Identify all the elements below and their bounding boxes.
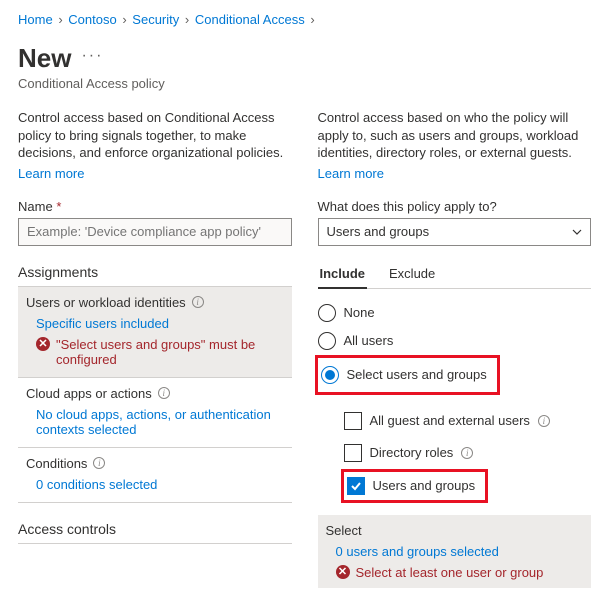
select-footer-title: Select xyxy=(326,523,592,538)
required-asterisk: * xyxy=(56,199,61,214)
learn-more-link-right[interactable]: Learn more xyxy=(318,166,384,181)
cloud-apps-link[interactable]: No cloud apps, actions, or authenticatio… xyxy=(26,407,284,437)
chevron-right-icon: › xyxy=(58,12,62,27)
radio-select-users-groups[interactable]: Select users and groups xyxy=(321,361,487,389)
checkbox-icon xyxy=(344,444,362,462)
apply-to-label: What does this policy apply to? xyxy=(318,199,592,214)
learn-more-link[interactable]: Learn more xyxy=(18,166,84,181)
chevron-right-icon: › xyxy=(310,12,314,27)
select-footer: Select 0 users and groups selected ✕ Sel… xyxy=(318,515,592,588)
include-exclude-tabs: Include Exclude xyxy=(318,260,592,289)
more-actions-button[interactable]: ··· xyxy=(81,47,103,65)
tab-include[interactable]: Include xyxy=(318,260,368,289)
error-icon: ✕ xyxy=(36,337,50,351)
info-icon[interactable]: i xyxy=(158,387,170,399)
page-title: New xyxy=(18,43,71,74)
access-controls-header: Access controls xyxy=(18,503,292,544)
name-input[interactable] xyxy=(18,218,292,246)
cloud-apps-title: Cloud apps or actions xyxy=(26,386,152,401)
include-radio-group: None All users Select users and groups xyxy=(318,299,592,395)
conditions-link[interactable]: 0 conditions selected xyxy=(26,477,284,492)
apply-to-value: Users and groups xyxy=(327,224,430,239)
info-icon[interactable]: i xyxy=(538,415,550,427)
highlight-users-groups-check: Users and groups xyxy=(341,469,489,503)
left-description: Control access based on Conditional Acce… xyxy=(18,109,292,162)
select-footer-error: ✕ Select at least one user or group xyxy=(326,565,592,580)
cloud-apps-block[interactable]: Cloud apps or actions i No cloud apps, a… xyxy=(18,378,292,448)
users-identities-title: Users or workload identities xyxy=(26,295,186,310)
select-footer-link[interactable]: 0 users and groups selected xyxy=(326,538,592,559)
radio-icon xyxy=(318,332,336,350)
breadcrumb-home[interactable]: Home xyxy=(18,12,53,27)
page-subtitle: Conditional Access policy xyxy=(18,76,591,91)
info-icon[interactable]: i xyxy=(461,447,473,459)
check-users-groups[interactable]: Users and groups xyxy=(347,475,476,497)
error-icon: ✕ xyxy=(336,565,350,579)
highlight-select-users: Select users and groups xyxy=(315,355,500,395)
breadcrumb-conditional-access[interactable]: Conditional Access xyxy=(195,12,305,27)
users-identities-link[interactable]: Specific users included xyxy=(26,316,284,331)
radio-none[interactable]: None xyxy=(318,299,592,327)
check-guest-external[interactable]: All guest and external users i xyxy=(344,405,592,437)
info-icon[interactable]: i xyxy=(192,296,204,308)
chevron-right-icon: › xyxy=(185,12,189,27)
radio-icon xyxy=(321,366,339,384)
radio-icon xyxy=(318,304,336,322)
radio-all-users[interactable]: All users xyxy=(318,327,592,355)
tab-exclude[interactable]: Exclude xyxy=(387,260,437,288)
users-identities-error: ✕ "Select users and groups" must be conf… xyxy=(26,337,284,367)
apply-to-select[interactable]: Users and groups xyxy=(318,218,592,246)
sub-checkboxes: All guest and external users i Directory… xyxy=(344,405,592,503)
breadcrumb: Home › Contoso › Security › Conditional … xyxy=(18,12,591,27)
assignments-header: Assignments xyxy=(18,246,292,287)
name-label: Name * xyxy=(18,199,292,214)
breadcrumb-contoso[interactable]: Contoso xyxy=(68,12,116,27)
info-icon[interactable]: i xyxy=(93,457,105,469)
conditions-block[interactable]: Conditions i 0 conditions selected xyxy=(18,448,292,503)
checkbox-icon xyxy=(344,412,362,430)
conditions-title: Conditions xyxy=(26,456,87,471)
chevron-right-icon: › xyxy=(122,12,126,27)
right-description: Control access based on who the policy w… xyxy=(318,109,592,162)
check-directory-roles[interactable]: Directory roles i xyxy=(344,437,592,469)
breadcrumb-security[interactable]: Security xyxy=(132,12,179,27)
checkbox-checked-icon xyxy=(347,477,365,495)
left-panel: Control access based on Conditional Acce… xyxy=(18,109,292,588)
right-panel: Control access based on who the policy w… xyxy=(318,109,592,588)
chevron-down-icon xyxy=(572,227,582,237)
users-identities-block[interactable]: Users or workload identities i Specific … xyxy=(18,287,292,378)
